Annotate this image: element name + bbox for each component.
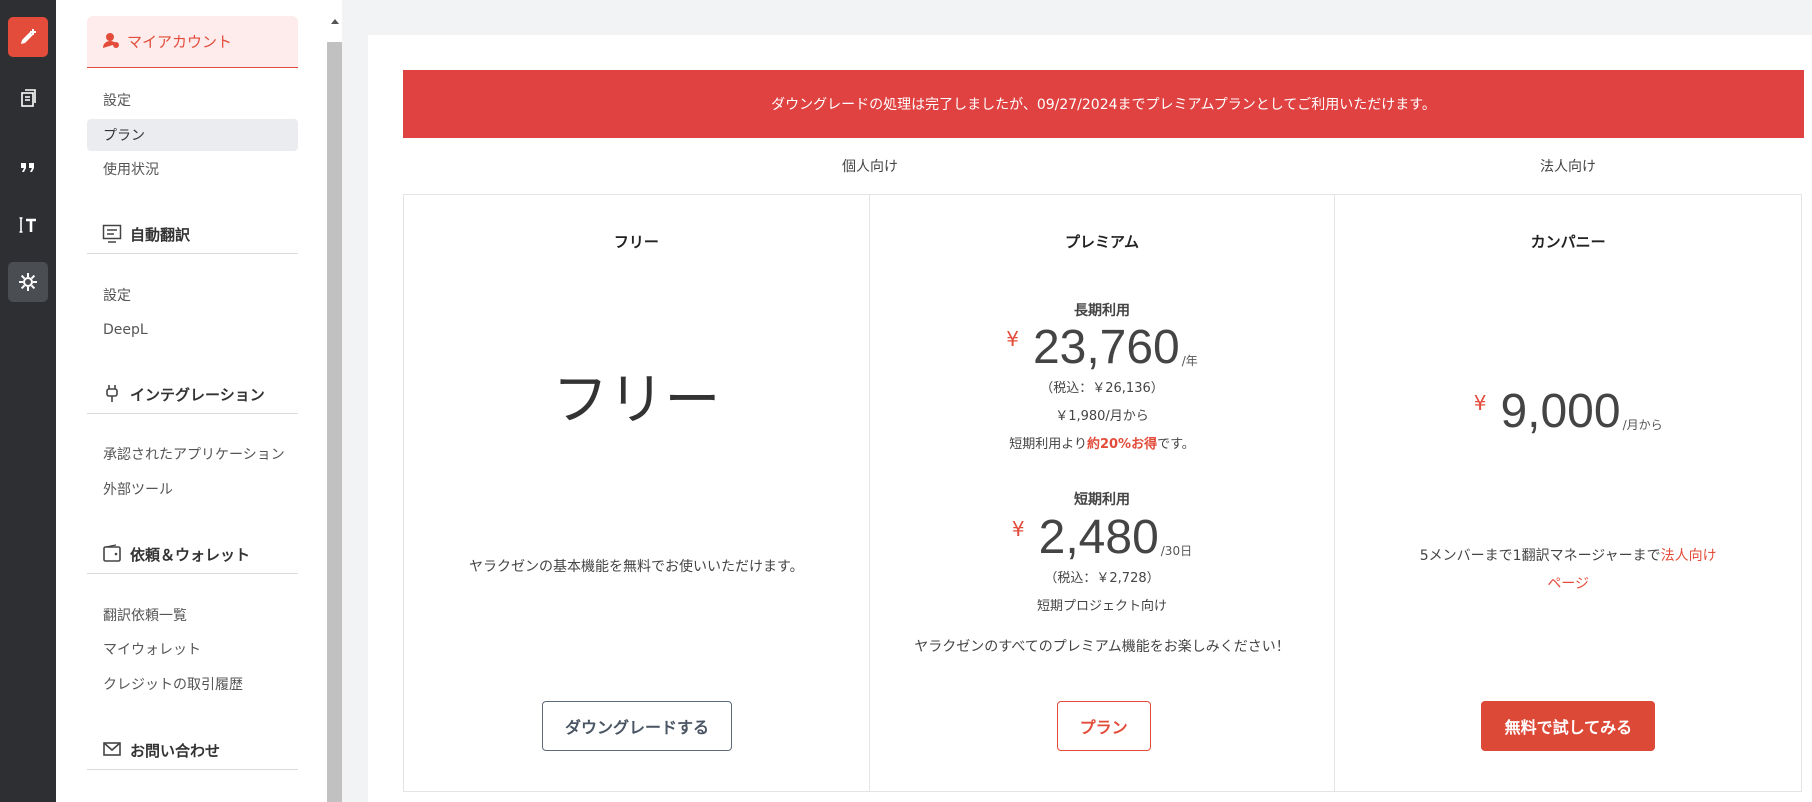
plan-description: ヤラクゼンの基本機能を無料でお使いいただけます。 <box>469 559 804 575</box>
menu-section-integration: インテグレーション <box>87 376 298 414</box>
currency-symbol: ¥ <box>1011 517 1025 541</box>
company-price: ¥ 9,000 /月から <box>1335 387 1801 437</box>
scrollbar-thumb[interactable] <box>327 42 342 802</box>
short-term-label: 短期利用 <box>1074 492 1130 508</box>
currency-symbol: ¥ <box>1006 327 1019 351</box>
business-page-link-cont[interactable]: ページ <box>1335 573 1801 593</box>
settings-menu: マイアカウント 設定 プラン 使用状況 自動翻訳 設定 DeepL インテグレー… <box>56 0 324 802</box>
quote-icon[interactable] <box>8 147 48 187</box>
menu-item-settings[interactable]: 設定 <box>87 84 298 116</box>
short-term-price: ¥ 2,480 /30日 <box>870 513 1335 563</box>
menu-section-label: お問い合わせ <box>130 742 221 760</box>
menu-section-contact[interactable]: お問い合わせ <box>87 732 298 770</box>
category-personal: 個人向け <box>842 159 898 175</box>
price-unit: /月から <box>1622 418 1663 432</box>
long-term-label: 長期利用 <box>1074 303 1130 319</box>
wallet-icon <box>102 543 122 567</box>
menu-section-label: 依頼＆ウォレット <box>130 546 251 564</box>
price-amount: 23,760 <box>1032 321 1180 374</box>
mail-icon <box>102 739 122 763</box>
business-page-link[interactable]: 法人向け <box>1661 548 1717 564</box>
menu-item-credit-history[interactable]: クレジットの取引履歴 <box>87 668 298 700</box>
text-format-icon[interactable] <box>8 205 48 245</box>
menu-section-label: インテグレーション <box>130 386 265 404</box>
free-trial-button[interactable]: 無料で試してみる <box>1481 701 1656 751</box>
plan-company: カンパニー ¥ 9,000 /月から 5メンバーまで1翻訳マネージャーまで法人向… <box>1335 195 1801 791</box>
menu-item-plan[interactable]: プラン <box>87 119 298 151</box>
plan-premium: プレミアム 長期利用 ¥ 23,760 /年 （税込：￥26,136） ￥1,9… <box>870 195 1336 791</box>
pen-plus-icon[interactable] <box>8 17 48 57</box>
price-unit: /30日 <box>1160 544 1193 558</box>
plan-name: カンパニー <box>1530 233 1606 251</box>
long-term-monthly: ￥1,980/月から <box>1055 409 1149 424</box>
plan-button[interactable]: プラン <box>1056 701 1151 751</box>
company-desc-text: 5メンバーまで1翻訳マネージャーまで <box>1419 548 1661 564</box>
menu-section-auto-translate: 自動翻訳 <box>87 216 298 254</box>
user-icon <box>102 31 120 53</box>
long-term-tax: （税込：￥26,136） <box>1040 381 1164 396</box>
gear-icon[interactable] <box>8 262 48 302</box>
price-amount: 2,480 <box>1038 511 1159 564</box>
menu-item-authorized-apps[interactable]: 承認されたアプリケーション <box>87 438 298 470</box>
long-term-price: ¥ 23,760 /年 <box>870 323 1335 373</box>
saving-highlight: 約20%お得 <box>1086 437 1158 452</box>
short-term-note: 短期プロジェクト向け <box>1037 599 1168 614</box>
plan-free-title: フリー <box>552 368 721 433</box>
plan-description: ヤラクゼンのすべてのプレミアム機能をお楽しみください！ <box>914 639 1290 655</box>
menu-item-usage[interactable]: 使用状況 <box>87 153 298 185</box>
plan-name: フリー <box>613 233 659 251</box>
short-term-tax: （税込：￥2,728） <box>1044 571 1160 586</box>
menu-section-label: 自動翻訳 <box>130 226 191 244</box>
saving-pre: 短期利用より <box>1009 437 1087 452</box>
plan-free: フリー フリー ヤラクゼンの基本機能を無料でお使いいただけます。 ダウングレード… <box>404 195 870 791</box>
price-amount: 9,000 <box>1500 385 1621 438</box>
plan-table: フリー フリー ヤラクゼンの基本機能を無料でお使いいただけます。 ダウングレード… <box>403 194 1802 792</box>
menu-item-requests[interactable]: 翻訳依頼一覧 <box>87 599 298 631</box>
saving-post: です。 <box>1157 437 1195 452</box>
plug-icon <box>102 383 122 407</box>
menu-item-deepl[interactable]: DeepL <box>87 314 298 346</box>
documents-icon[interactable] <box>8 78 48 118</box>
document-lines-icon <box>102 223 122 247</box>
saving-note: 短期利用より約20%お得です。 <box>870 433 1335 452</box>
menu-item-external-tools[interactable]: 外部ツール <box>87 473 298 505</box>
downgrade-button[interactable]: ダウングレードする <box>542 701 732 751</box>
menu-section-label: マイアカウント <box>127 33 233 51</box>
price-unit: /年 <box>1181 354 1198 368</box>
category-business: 法人向け <box>1540 159 1596 175</box>
menu-section-wallet: 依頼＆ウォレット <box>87 536 298 574</box>
downgrade-alert: ダウングレードの処理は完了しましたが、09/27/2024までプレミアムプランと… <box>403 70 1804 138</box>
scroll-up-arrow-icon[interactable] <box>327 14 342 28</box>
currency-symbol: ¥ <box>1473 391 1487 415</box>
menu-item-auto-settings[interactable]: 設定 <box>87 279 298 311</box>
plan-description: 5メンバーまで1翻訳マネージャーまで法人向け <box>1335 545 1801 565</box>
menu-section-my-account[interactable]: マイアカウント <box>87 16 298 68</box>
menu-item-my-wallet[interactable]: マイウォレット <box>87 633 298 665</box>
plan-name: プレミアム <box>1065 233 1139 251</box>
icon-rail <box>0 0 56 802</box>
